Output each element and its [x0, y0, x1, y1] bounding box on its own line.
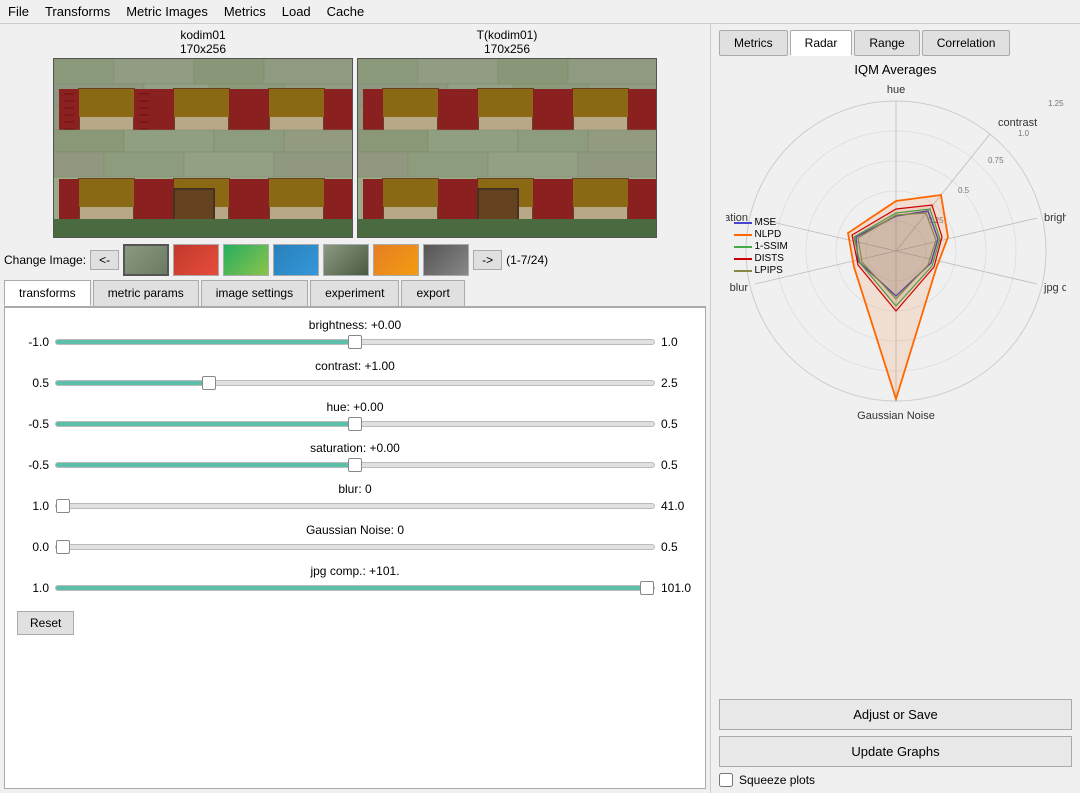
original-image — [53, 58, 353, 238]
menu-load[interactable]: Load — [282, 4, 311, 19]
contrast-min: 0.5 — [17, 376, 49, 390]
legend-nlpd: NLPD — [734, 229, 788, 240]
radar-area: IQM Averages MSE NLPD 1-SSIM — [719, 62, 1072, 693]
blur-max: 41.0 — [661, 499, 693, 513]
hue-slider[interactable] — [55, 421, 655, 427]
tab-image-settings[interactable]: image settings — [201, 280, 308, 306]
radar-title: IQM Averages — [854, 62, 936, 77]
saturation-row: saturation: +0.00 -0.5 0.5 — [17, 441, 693, 472]
tab-metrics[interactable]: Metrics — [719, 30, 788, 56]
update-graphs-button[interactable]: Update Graphs — [719, 736, 1072, 767]
jpg-comp-max: 101.0 — [661, 581, 693, 595]
prev-image-button[interactable]: <- — [90, 250, 119, 270]
blur-row: blur: 0 1.0 41.0 — [17, 482, 693, 513]
saturation-max: 0.5 — [661, 458, 693, 472]
svg-text:blur: blur — [729, 282, 748, 294]
svg-text:contrast: contrast — [998, 117, 1037, 129]
svg-text:hue: hue — [886, 84, 904, 96]
reset-button[interactable]: Reset — [17, 611, 74, 635]
contrast-label: contrast: +1.00 — [17, 359, 693, 373]
gaussian-noise-slider[interactable] — [55, 544, 655, 550]
menubar: File Transforms Metric Images Metrics Lo… — [0, 0, 1080, 24]
brightness-label: brightness: +0.00 — [17, 318, 693, 332]
squeeze-plots-label: Squeeze plots — [739, 773, 815, 787]
sliders-panel: brightness: +0.00 -1.0 1.0 contrast: +1.… — [4, 307, 706, 789]
thumbnail-6[interactable] — [373, 244, 419, 276]
hue-label: hue: +0.00 — [17, 400, 693, 414]
contrast-max: 2.5 — [661, 376, 693, 390]
transformed-image-block: T(kodim01) 170x256 — [357, 28, 657, 238]
svg-text:1.25: 1.25 — [1048, 99, 1064, 108]
tabs-bar: transforms metric params image settings … — [4, 280, 706, 307]
brightness-row: brightness: +0.00 -1.0 1.0 — [17, 318, 693, 349]
tab-transforms[interactable]: transforms — [4, 280, 91, 306]
tab-metric-params[interactable]: metric params — [93, 280, 199, 306]
brightness-slider[interactable] — [55, 339, 655, 345]
svg-text:0.5: 0.5 — [958, 186, 970, 195]
next-image-button[interactable]: -> — [473, 250, 502, 270]
change-image-label: Change Image: — [4, 253, 86, 267]
images-area: kodim01 170x256 — [4, 28, 706, 238]
hue-row: hue: +0.00 -0.5 0.5 — [17, 400, 693, 431]
jpg-comp-label: jpg comp.: +101. — [17, 564, 693, 578]
thumbnail-5[interactable] — [323, 244, 369, 276]
hue-max: 0.5 — [661, 417, 693, 431]
svg-text:0.75: 0.75 — [988, 156, 1004, 165]
adjust-or-save-button[interactable]: Adjust or Save — [719, 699, 1072, 730]
squeeze-plots-checkbox[interactable] — [719, 773, 733, 787]
gaussian-noise-row: Gaussian Noise: 0 0.0 0.5 — [17, 523, 693, 554]
saturation-min: -0.5 — [17, 458, 49, 472]
menu-metrics[interactable]: Metrics — [224, 4, 266, 19]
brightness-max: 1.0 — [661, 335, 693, 349]
image-range: (1-7/24) — [506, 253, 548, 267]
svg-text:1.0: 1.0 — [1018, 129, 1030, 138]
transformed-image-title: T(kodim01) 170x256 — [477, 28, 538, 56]
thumbnail-7[interactable] — [423, 244, 469, 276]
svg-text:Gaussian Noise: Gaussian Noise — [857, 410, 935, 421]
contrast-slider[interactable] — [55, 380, 655, 386]
thumbnail-3[interactable] — [223, 244, 269, 276]
original-image-block: kodim01 170x256 — [53, 28, 353, 238]
tab-correlation[interactable]: Correlation — [922, 30, 1011, 56]
menu-file[interactable]: File — [8, 4, 29, 19]
legend-1ssim: 1-SSIM — [734, 241, 788, 252]
menu-transforms[interactable]: Transforms — [45, 4, 110, 19]
brightness-min: -1.0 — [17, 335, 49, 349]
legend: MSE NLPD 1-SSIM DISTS — [734, 217, 788, 277]
gaussian-noise-min: 0.0 — [17, 540, 49, 554]
saturation-label: saturation: +0.00 — [17, 441, 693, 455]
blur-slider[interactable] — [55, 503, 655, 509]
right-buttons: Adjust or Save Update Graphs Squeeze plo… — [719, 699, 1072, 787]
tab-radar[interactable]: Radar — [790, 30, 853, 56]
legend-dists: DISTS — [734, 253, 788, 264]
menu-metric-images[interactable]: Metric Images — [126, 4, 208, 19]
jpg-comp-slider[interactable] — [55, 585, 655, 591]
menu-cache[interactable]: Cache — [327, 4, 365, 19]
thumbnail-1[interactable] — [123, 244, 169, 276]
svg-text:brightness: brightness — [1044, 212, 1066, 224]
contrast-row: contrast: +1.00 0.5 2.5 — [17, 359, 693, 390]
svg-text:jpg comp.: jpg comp. — [1043, 282, 1066, 294]
thumbnail-2[interactable] — [173, 244, 219, 276]
original-image-title: kodim01 170x256 — [180, 28, 226, 56]
gaussian-noise-max: 0.5 — [661, 540, 693, 554]
legend-mse: MSE — [734, 217, 788, 228]
thumbnail-4[interactable] — [273, 244, 319, 276]
tab-export[interactable]: export — [401, 280, 464, 306]
blur-min: 1.0 — [17, 499, 49, 513]
tab-experiment[interactable]: experiment — [310, 280, 399, 306]
tab-range[interactable]: Range — [854, 30, 919, 56]
radar-chart: MSE NLPD 1-SSIM DISTS — [726, 81, 1066, 421]
gaussian-noise-label: Gaussian Noise: 0 — [17, 523, 693, 537]
hue-min: -0.5 — [17, 417, 49, 431]
legend-lpips: LPIPS — [734, 265, 788, 276]
saturation-slider[interactable] — [55, 462, 655, 468]
blur-label: blur: 0 — [17, 482, 693, 496]
right-tabs: Metrics Radar Range Correlation — [719, 30, 1072, 56]
change-image-row: Change Image: <- -> ( — [4, 244, 706, 276]
squeeze-plots-row: Squeeze plots — [719, 773, 1072, 787]
transformed-image — [357, 58, 657, 238]
jpg-comp-row: jpg comp.: +101. 1.0 101.0 — [17, 564, 693, 595]
jpg-comp-min: 1.0 — [17, 581, 49, 595]
